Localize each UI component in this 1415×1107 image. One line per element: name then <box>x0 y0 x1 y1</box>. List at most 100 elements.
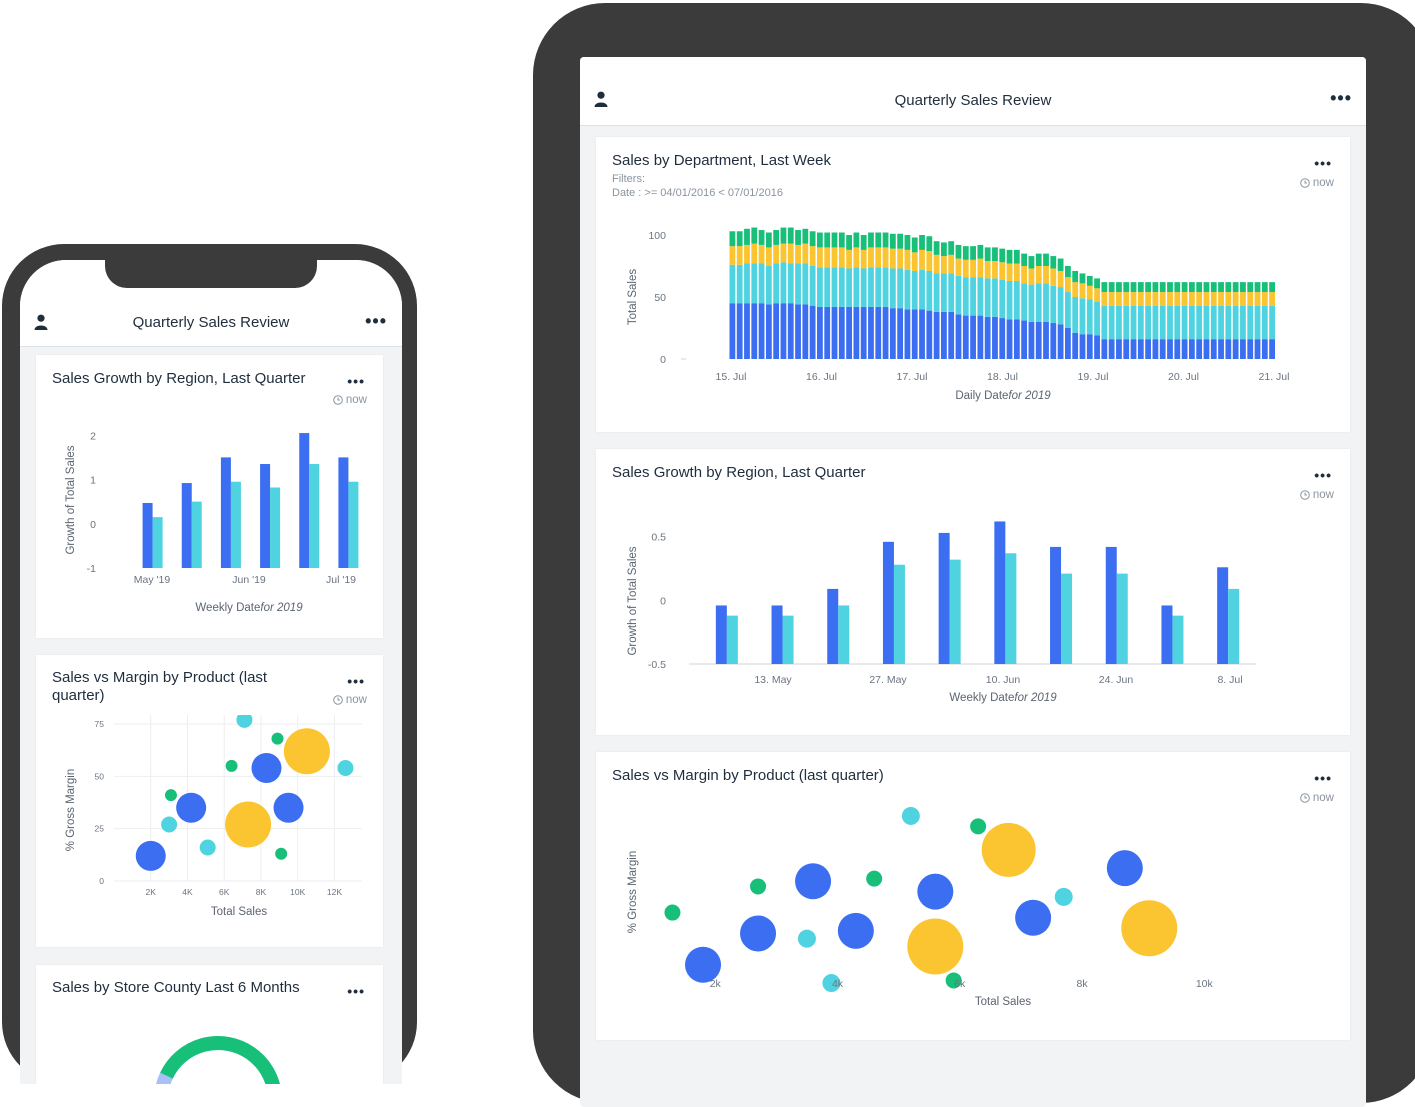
bar-segment <box>889 233 896 249</box>
x-tick-label: 24. Jun <box>1099 674 1134 686</box>
bar-segment <box>948 241 955 255</box>
x-axis-label: Total Sales <box>211 906 268 918</box>
more-icon[interactable]: ••• <box>347 673 365 689</box>
bar-segment <box>1072 297 1079 333</box>
bar <box>838 605 850 664</box>
bar-segment <box>992 261 998 279</box>
chart-card-department: Sales by Department, Last Week Filters: … <box>596 137 1350 432</box>
bar-segment <box>1137 292 1144 306</box>
x-axis-label: Weekly Datefor 2019 <box>949 692 1057 704</box>
more-icon[interactable]: ••• <box>347 983 365 999</box>
bar-segment <box>860 235 867 250</box>
bar-segment <box>1188 339 1195 359</box>
bar-segment <box>941 273 947 312</box>
y-tick-label: 100 <box>648 230 666 242</box>
bar-segment <box>824 306 831 359</box>
y-tick-label: 0.5 <box>651 532 666 544</box>
bar <box>949 559 961 664</box>
more-icon[interactable]: ••• <box>347 373 365 389</box>
bar-segment <box>1021 320 1028 359</box>
bar-segment <box>1050 323 1057 359</box>
bar-segment <box>941 311 947 359</box>
bar-segment <box>1057 258 1064 271</box>
bar-segment <box>941 242 947 257</box>
bar <box>1228 588 1240 664</box>
bar-segment <box>1021 266 1028 284</box>
bar-segment <box>1094 301 1100 336</box>
chart-card-margin: Sales vs Margin by Product (last quarter… <box>36 655 383 947</box>
bar-segment <box>1232 339 1239 359</box>
bar-segment <box>1079 334 1086 359</box>
bar-segment <box>970 246 976 260</box>
bar-segment <box>758 303 765 359</box>
bar-segment <box>838 306 845 359</box>
x-tick-label: 6k <box>954 978 966 990</box>
bar-segment <box>1006 263 1013 281</box>
bar-segment <box>1232 292 1239 306</box>
bar-segment <box>1254 292 1261 306</box>
more-icon[interactable]: ••• <box>365 312 387 330</box>
bar-segment <box>1167 305 1173 340</box>
bar-segment <box>926 310 933 359</box>
county-donut-chart <box>156 1036 280 1084</box>
bar-segment <box>1203 305 1210 340</box>
timestamp: now <box>1300 489 1334 501</box>
bar-segment <box>1225 339 1232 359</box>
x-tick-label: 4k <box>832 978 844 990</box>
more-icon[interactable]: ••• <box>1314 467 1332 483</box>
bar-segment <box>1101 292 1108 306</box>
bar-segment <box>809 246 816 266</box>
y-tick-label: 1 <box>90 475 96 487</box>
x-tick-label: Jun '19 <box>232 574 266 586</box>
bubble <box>1121 900 1178 957</box>
bar-segment <box>970 259 976 278</box>
bar <box>1116 573 1128 664</box>
bar-segment <box>1232 282 1239 293</box>
bar <box>882 541 894 664</box>
bar-segment <box>1159 339 1166 359</box>
bar-segment <box>1261 282 1268 293</box>
more-icon[interactable]: ••• <box>1330 89 1352 107</box>
bar-segment <box>1130 305 1137 340</box>
card-title: Sales Growth by Region, Last Quarter <box>612 464 866 481</box>
more-icon[interactable]: ••• <box>1314 155 1332 171</box>
bar-segment <box>1196 282 1203 293</box>
y-axis-label: % Gross Margin <box>65 769 77 851</box>
x-axis-label: Weekly Datefor 2019 <box>195 602 303 614</box>
bubble <box>1106 850 1143 887</box>
bar-segment <box>1196 339 1203 359</box>
bubble <box>837 912 874 949</box>
bar-segment <box>787 227 794 244</box>
bar-segment <box>1218 292 1224 306</box>
bar-segment <box>853 306 860 359</box>
bar-segment <box>992 316 998 359</box>
bar-segment <box>1137 282 1144 293</box>
bar-segment <box>1152 282 1159 293</box>
filters-value: Date : >= 04/01/2016 < 07/01/2016 <box>612 187 783 199</box>
bar-segment <box>1174 339 1181 359</box>
bar-segment <box>1145 282 1152 293</box>
bar-segment <box>1152 292 1159 306</box>
bubble <box>236 715 253 728</box>
bar-segment <box>1137 339 1144 359</box>
bar-segment <box>1057 270 1064 288</box>
bar-segment <box>1225 292 1232 306</box>
bar-segment <box>970 315 976 359</box>
bar-segment <box>824 232 831 248</box>
bar-segment <box>948 273 955 312</box>
bar-segment <box>1043 321 1049 359</box>
bar-segment <box>824 267 831 307</box>
bar-segment <box>795 304 801 359</box>
bar-segment <box>977 258 984 278</box>
bar-segment <box>1247 305 1254 340</box>
bar-segment <box>817 267 823 307</box>
timestamp: now <box>333 394 367 406</box>
bar <box>142 502 153 568</box>
more-icon[interactable]: ••• <box>1314 770 1332 786</box>
bar-segment <box>984 278 991 317</box>
x-tick-label: 20. Jul <box>1168 371 1199 383</box>
bar-segment <box>758 244 765 264</box>
bubble <box>866 870 883 887</box>
y-tick-label: -0.5 <box>648 659 666 671</box>
bar-segment <box>992 278 998 317</box>
